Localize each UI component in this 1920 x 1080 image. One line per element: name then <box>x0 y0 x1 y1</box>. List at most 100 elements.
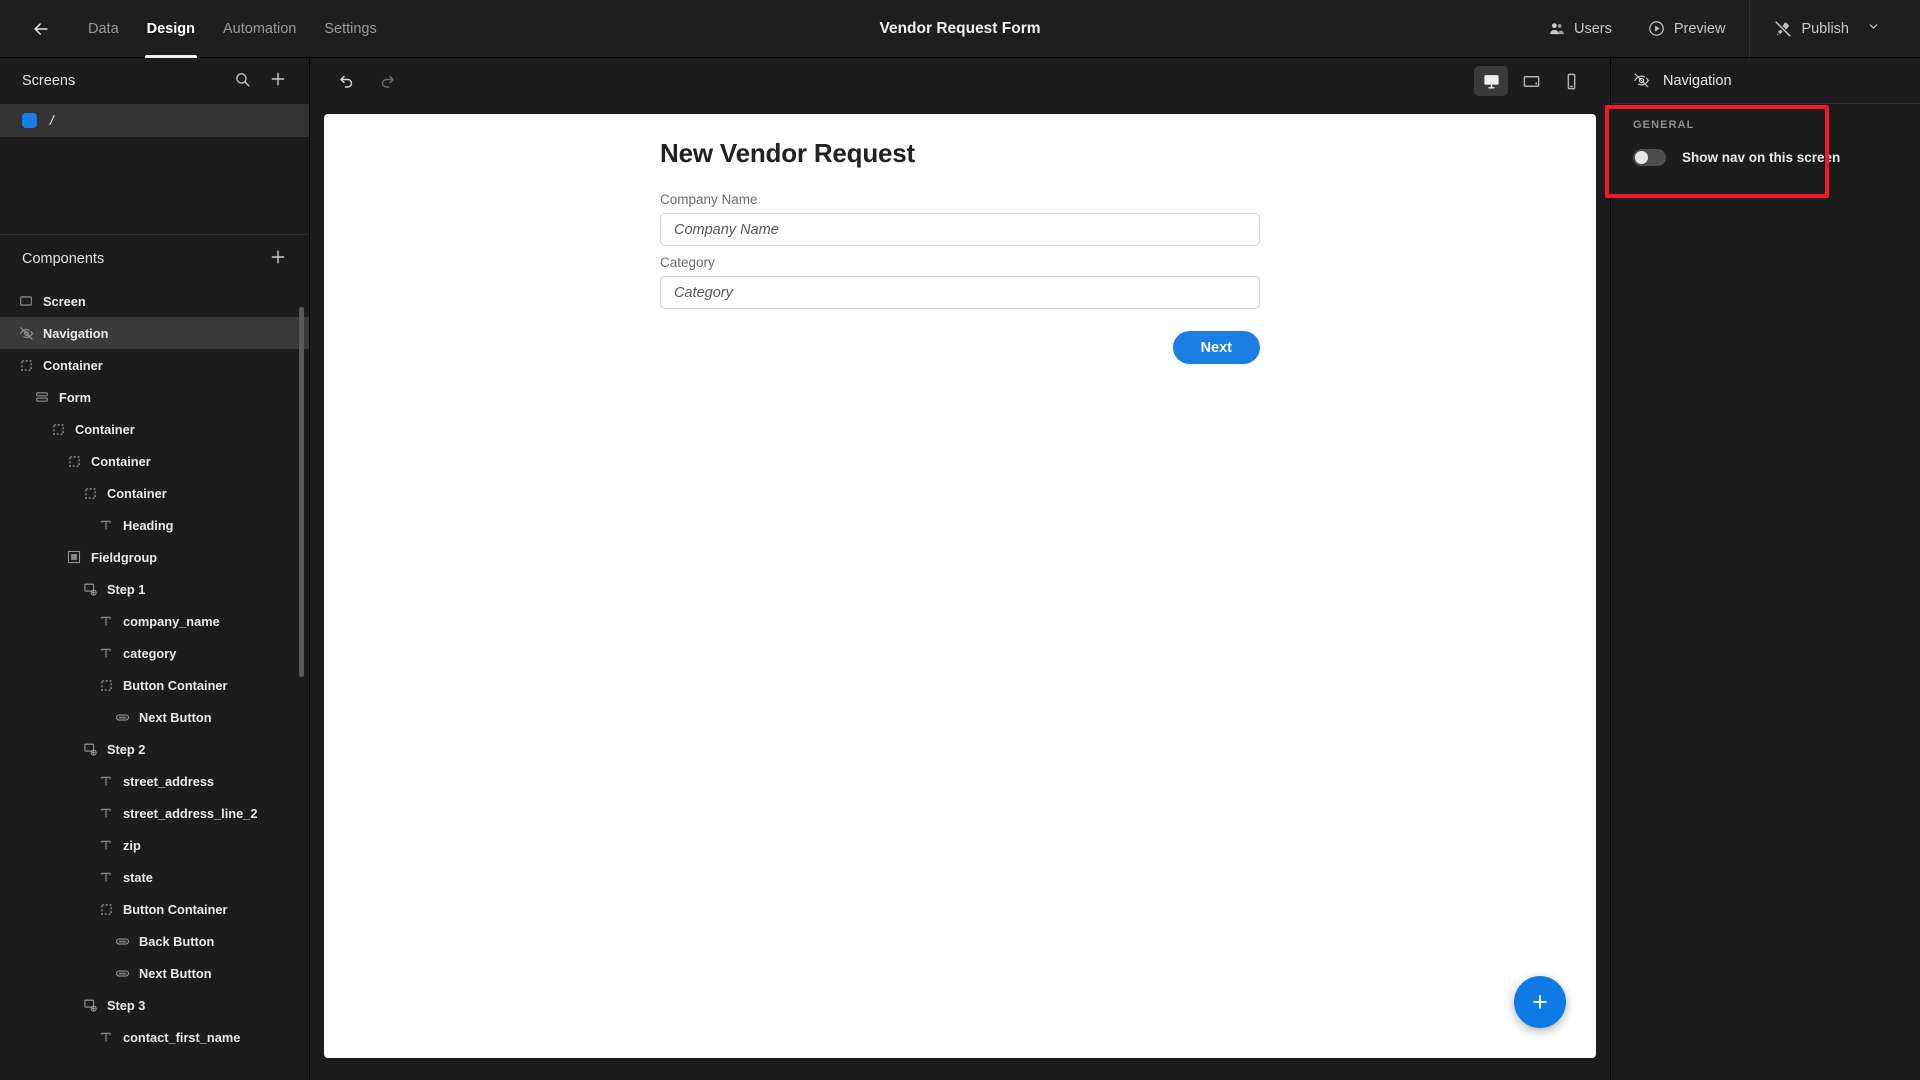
tree-item-container[interactable]: Container <box>0 477 309 509</box>
device-mobile-button[interactable] <box>1554 66 1588 96</box>
tree-item-container[interactable]: Container <box>0 413 309 445</box>
text-icon <box>98 613 114 629</box>
show-nav-toggle-label: Show nav on this screen <box>1682 150 1841 165</box>
form-icon <box>34 389 50 405</box>
tree-item-zip[interactable]: zip <box>0 829 309 861</box>
tree-item-next-button[interactable]: Next Button <box>0 701 309 733</box>
next-button[interactable]: Next <box>1172 331 1260 364</box>
tree-item-label: Form <box>59 389 91 405</box>
back-button[interactable] <box>24 12 58 46</box>
tree-item-label: Container <box>75 421 135 437</box>
tree-item-label: category <box>123 645 177 661</box>
tree-item-container[interactable]: Container <box>0 349 309 381</box>
tree-item-label: Step 3 <box>107 997 146 1013</box>
tree-item-form[interactable]: Form <box>0 381 309 413</box>
tree-item-back-button[interactable]: Back Button <box>0 925 309 957</box>
tree-item-navigation[interactable]: Navigation <box>0 317 309 349</box>
text-icon <box>98 1029 114 1045</box>
redo-button[interactable] <box>372 66 402 96</box>
tree-item-container[interactable]: Container <box>0 445 309 477</box>
tree-item-label: Button Container <box>123 901 228 917</box>
component-tree-list: Screen Navigation Container Form Container Co… <box>0 285 309 1053</box>
publish-off-icon <box>1775 21 1791 36</box>
add-screen-icon[interactable] <box>269 70 287 92</box>
tab-automation[interactable]: Automation <box>209 0 310 58</box>
tree-item-company-name[interactable]: company_name <box>0 605 309 637</box>
tree-item-state[interactable]: state <box>0 861 309 893</box>
tree-item-fieldgroup[interactable]: Fieldgroup <box>0 541 309 573</box>
tree-item-step-2[interactable]: Step 2 <box>0 733 309 765</box>
container-icon <box>98 901 114 917</box>
tree-item-button-container[interactable]: Button Container <box>0 669 309 701</box>
app-canvas[interactable]: New Vendor Request Company Name Company N… <box>324 114 1596 1058</box>
fieldgroup-icon <box>66 549 82 565</box>
form-heading: New Vendor Request <box>660 138 916 168</box>
tree-item-step-1[interactable]: Step 1 <box>0 573 309 605</box>
tree-item-category[interactable]: category <box>0 637 309 669</box>
form-fields: Company Name Company Name Category Category <box>660 192 1260 309</box>
tree-item-label: state <box>123 869 153 885</box>
tree-item-next-button[interactable]: Next Button <box>0 957 309 989</box>
tree-item-street-address[interactable]: street_address <box>0 765 309 797</box>
tree-item-screen[interactable]: Screen <box>0 285 309 317</box>
add-component-fab[interactable]: + <box>1514 976 1566 1028</box>
top-bar-left: Data Design Automation Settings <box>0 0 391 58</box>
tab-design[interactable]: Design <box>133 0 209 58</box>
plus-icon: + <box>1532 986 1548 1017</box>
toggle-knob <box>1635 151 1648 164</box>
toolbar-divider <box>1749 0 1751 58</box>
right-panel-header: Navigation <box>1611 58 1920 104</box>
tab-settings[interactable]: Settings <box>310 0 390 58</box>
container-icon <box>98 677 114 693</box>
tree-item-step-3[interactable]: Step 3 <box>0 989 309 1021</box>
tree-item-label: Step 2 <box>107 741 146 757</box>
tab-data[interactable]: Data <box>74 0 133 58</box>
show-nav-toggle[interactable] <box>1633 149 1666 166</box>
screens-panel-empty-space <box>0 137 309 234</box>
field-label: Category <box>660 255 715 270</box>
tree-item-button-container[interactable]: Button Container <box>0 893 309 925</box>
device-tablet-button[interactable] <box>1514 66 1548 96</box>
text-icon <box>98 645 114 661</box>
eye-off-icon <box>18 325 34 341</box>
screen-item[interactable]: / <box>0 104 309 137</box>
step-icon <box>82 997 98 1013</box>
tree-item-street-address-line-2[interactable]: street_address_line_2 <box>0 797 309 829</box>
undo-button[interactable] <box>332 66 362 96</box>
screens-panel-header: Screens <box>0 58 309 104</box>
undo-icon <box>340 75 353 88</box>
text-icon <box>98 837 114 853</box>
field-input[interactable]: Category <box>660 276 1260 309</box>
users-button[interactable]: Users <box>1530 0 1630 58</box>
components-panel-header: Components <box>0 235 309 283</box>
top-bar: Data Design Automation Settings Vendor Requ… <box>0 0 1920 58</box>
app-root: Data Design Automation Settings Vendor Requ… <box>0 0 1920 1080</box>
general-section: GENERAL Show nav on this screen <box>1611 104 1920 186</box>
show-nav-toggle-row[interactable]: Show nav on this screen <box>1633 149 1898 166</box>
field-input[interactable]: Company Name <box>660 213 1260 246</box>
text-icon <box>98 805 114 821</box>
button-icon <box>114 933 130 949</box>
tree-item-contact-first-name[interactable]: contact_first_name <box>0 1021 309 1053</box>
top-tabs: Data Design Automation Settings <box>74 0 391 58</box>
main-body: Screens / Components Screen Navigation C… <box>0 58 1920 1080</box>
preview-button[interactable]: Preview <box>1630 0 1744 58</box>
add-component-icon[interactable] <box>269 248 287 270</box>
text-icon <box>98 773 114 789</box>
container-icon <box>18 357 34 373</box>
form-field: Category Category <box>660 255 1260 309</box>
search-icon[interactable] <box>234 71 251 92</box>
components-title: Components <box>22 251 105 267</box>
redo-icon <box>381 75 394 88</box>
publish-button[interactable]: Publish <box>1756 0 1898 58</box>
component-tree-scrollbar[interactable] <box>299 307 304 677</box>
users-icon <box>1550 23 1564 35</box>
tree-item-label: company_name <box>123 613 220 629</box>
tree-item-label: Navigation <box>43 325 109 341</box>
canvas-toolbar <box>310 58 1610 104</box>
tree-item-label: Next Button <box>139 965 212 981</box>
screens-panel-actions <box>234 70 287 92</box>
tree-item-heading[interactable]: Heading <box>0 509 309 541</box>
device-desktop-button[interactable] <box>1474 66 1508 96</box>
text-icon <box>98 869 114 885</box>
